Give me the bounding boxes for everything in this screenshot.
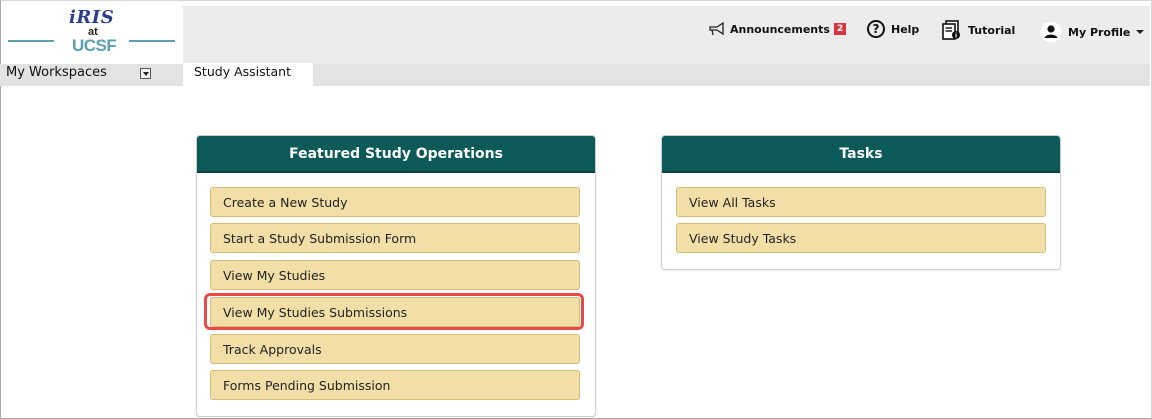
svg-text:i: i [955,33,957,40]
iris-logo[interactable]: iRIS at UCSF [6,6,183,64]
workspace-bar [0,64,1150,86]
help-icon: ? [867,20,885,38]
start-submission-form-button[interactable]: Start a Study Submission Form [210,223,580,253]
tutorial-link[interactable]: i Tutorial [942,20,1015,40]
help-label: Help [891,22,920,36]
help-link[interactable]: ? Help [867,20,919,38]
user-icon [1040,21,1062,43]
tutorial-label: Tutorial [968,23,1016,37]
track-approvals-button[interactable]: Track Approvals [210,334,580,364]
view-all-tasks-button[interactable]: View All Tasks [676,187,1046,217]
view-my-studies-submissions-button[interactable]: View My Studies Submissions [210,297,580,327]
logo-iris-text: iRIS [69,7,115,28]
tab-study-assistant[interactable]: Study Assistant [183,63,313,87]
logo-ucsf-text: UCSF [72,36,117,55]
profile-label: My Profile [1068,25,1131,39]
my-profile-menu[interactable]: My Profile [1040,21,1145,43]
tutorial-document-icon: i [942,20,960,40]
my-workspaces-label[interactable]: My Workspaces [6,65,107,80]
megaphone-icon [709,22,724,36]
view-my-studies-button[interactable]: View My Studies [210,260,580,290]
logo-rule-left [8,40,54,42]
featured-operations-title: Featured Study Operations [197,136,595,173]
tasks-title: Tasks [662,136,1060,173]
announcements-label: Announcements [730,22,830,36]
announcements-count-badge: 2 [833,23,847,35]
create-new-study-button[interactable]: Create a New Study [210,187,580,217]
caret-down-icon [1136,30,1145,34]
workspaces-dropdown-icon[interactable] [140,68,151,79]
logo-rule-right [129,40,175,42]
announcements-link[interactable]: Announcements 2 [708,22,847,36]
forms-pending-submission-button[interactable]: Forms Pending Submission [210,370,580,400]
view-study-tasks-button[interactable]: View Study Tasks [676,223,1046,253]
